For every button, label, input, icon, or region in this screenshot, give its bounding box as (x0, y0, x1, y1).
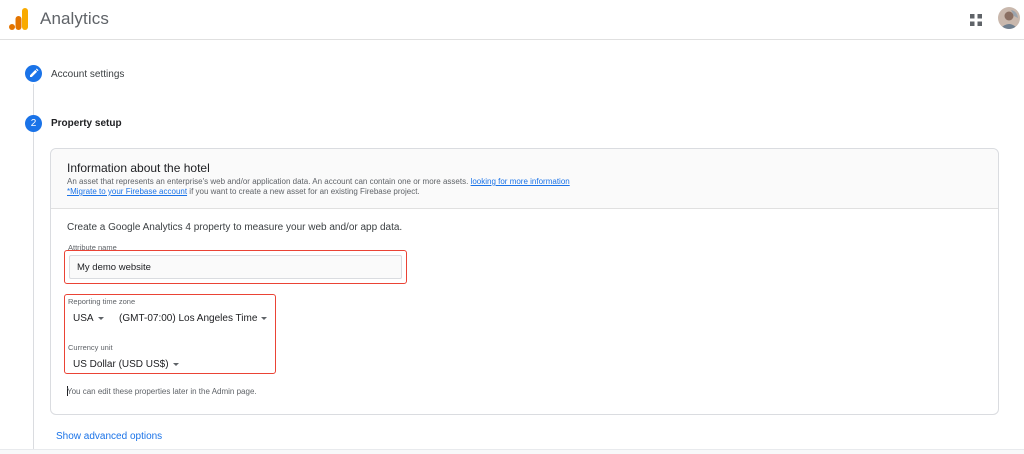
analytics-logo-icon[interactable] (9, 8, 29, 30)
stepper-line (33, 84, 34, 454)
intro-text: Create a Google Analytics 4 property to … (67, 222, 403, 233)
attribute-name-highlight (64, 250, 407, 284)
bottom-strip (0, 449, 1024, 454)
avatar[interactable] (998, 7, 1020, 29)
admin-note: You can edit these properties later in t… (67, 387, 257, 396)
show-advanced-options-link[interactable]: Show advanced options (56, 431, 162, 442)
step-account-settings-label[interactable]: Account settings (51, 69, 124, 80)
timezone-select[interactable]: (GMT-07:00) Los Angeles Time (119, 313, 268, 324)
timezone-value: (GMT-07:00) Los Angeles Time (119, 313, 258, 324)
app-title: Analytics (40, 9, 109, 28)
step-2-badge: 2 (25, 115, 42, 132)
currency-select[interactable]: US Dollar (USD US$) (73, 359, 179, 370)
description-text-2: if you want to create a new asset for an… (189, 187, 420, 196)
card-description: An asset that represents an enterprise's… (67, 177, 570, 197)
pencil-icon (30, 68, 39, 77)
step-property-setup-label: Property setup (51, 118, 122, 129)
chevron-down-icon (261, 316, 268, 320)
chevron-down-icon (97, 316, 104, 320)
attribute-name-input[interactable] (69, 255, 402, 279)
card-header: Information about the hotel An asset tha… (51, 149, 998, 209)
user-photo-icon (998, 7, 1020, 29)
more-info-link[interactable]: looking for more information (471, 177, 570, 186)
currency-value: US Dollar (USD US$) (73, 359, 169, 370)
card-title: Information about the hotel (67, 161, 210, 175)
country-value: USA (73, 313, 94, 324)
property-setup-card: Information about the hotel An asset tha… (50, 148, 999, 415)
description-text-1: An asset that represents an enterprise's… (67, 177, 469, 186)
top-bar: Analytics (0, 0, 1024, 40)
step-1-badge[interactable] (25, 65, 42, 82)
timezone-currency-highlight: Reporting time zone USA (GMT-07:00) Los … (64, 294, 276, 374)
country-select[interactable]: USA (73, 313, 104, 324)
migrate-firebase-link[interactable]: *Migrate to your Firebase account (67, 187, 187, 196)
apps-grid-icon[interactable] (968, 12, 984, 28)
currency-label: Currency unit (68, 343, 113, 352)
chevron-down-icon (172, 362, 179, 366)
timezone-label: Reporting time zone (68, 297, 136, 306)
